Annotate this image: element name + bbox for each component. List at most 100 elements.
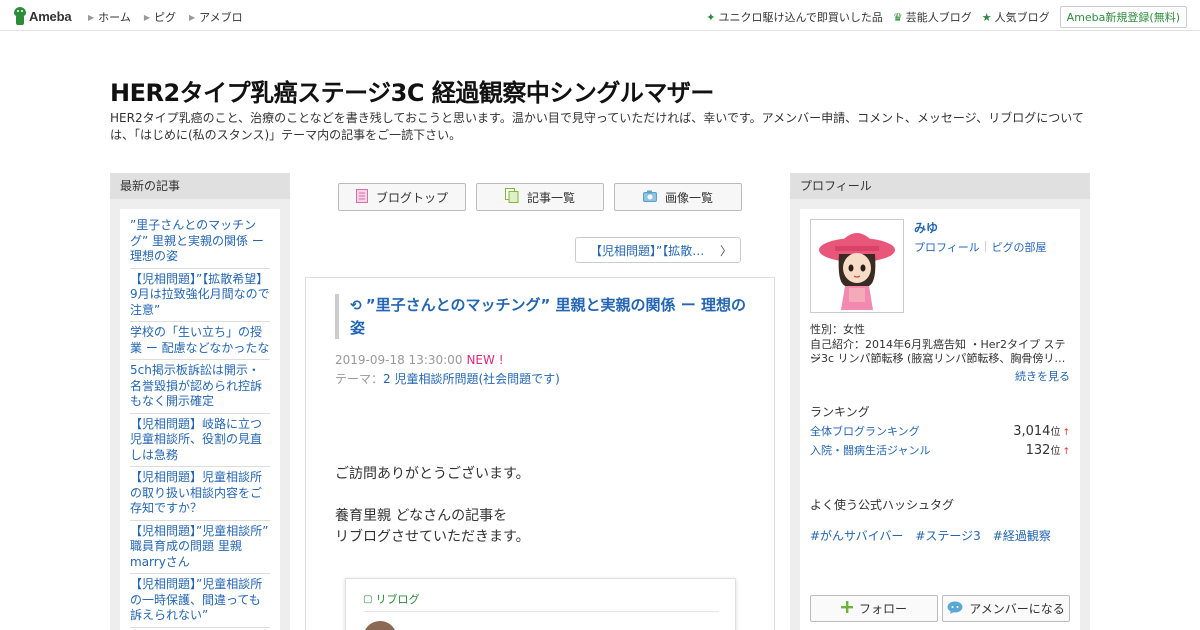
chevron-right-icon: 〉 <box>719 243 732 258</box>
reblog-card[interactable]: ▢ リブログ <box>345 578 736 630</box>
ranking-unit: 位 <box>1050 446 1061 457</box>
reblog-icon: ⟲ <box>350 298 362 314</box>
blog-top-button[interactable]: ブログトップ <box>338 183 466 211</box>
nav-pig[interactable]: ▶ ピグ <box>144 9 176 25</box>
blog-description: HER2タイプ乳癌のこと、治療のことなどを書き残しておこうと思います。温かい目で… <box>110 111 1084 142</box>
ranking-unit: 位 <box>1050 427 1061 438</box>
caret-right-icon: ▶ <box>88 12 95 22</box>
reblog-author-avatar <box>363 621 397 630</box>
blog-top-label: ブログトップ <box>375 190 448 205</box>
read-more-link[interactable]: 続きを見る <box>1015 368 1070 384</box>
article-date: 2019-09-18 13:30:00 <box>335 353 463 367</box>
recent-article-link[interactable]: 【児相問題】”児童相談所” 職員育成の問題 里親marryさん <box>130 521 270 574</box>
article-title: ”里子さんとのマッチング” 里親と実親の関係 ー 理想の姿 <box>350 296 746 337</box>
rank-up-arrow-icon: ↑ <box>1062 447 1070 457</box>
speech-bubble-icon <box>947 601 963 617</box>
link-uniqlo[interactable]: ✦ ユニクロ駆け込んで即買いした品 <box>706 9 883 25</box>
article-body-line: ご訪問ありがとうございます。 <box>335 466 530 482</box>
recent-article-link[interactable]: 【児相問題】”児童相談所の一時保護、間違っても訴えられない” <box>130 574 270 628</box>
ranking-heading: ランキング <box>810 405 870 419</box>
profile-name[interactable]: みゆ <box>914 219 938 236</box>
previous-article-link[interactable]: 【児相問題】”【拡散… 〉 <box>575 237 741 263</box>
ameba-logo[interactable]: Ameba <box>13 6 72 26</box>
recent-article-link[interactable]: 【児相問題】児童相談所の取り扱い相談内容をご存知ですか？ <box>130 467 270 521</box>
profile-link[interactable]: プロフィール <box>914 239 980 255</box>
recent-article-link[interactable]: ”里子さんとのマッチング” 里親と実親の関係 ー 理想の姿 <box>130 215 270 269</box>
hashtag-link[interactable]: #ステージ3 <box>915 527 980 544</box>
star-icon: ★ <box>981 10 992 24</box>
new-badge: NEW ! <box>466 353 504 367</box>
profile-gender: 性別：女性 <box>810 323 865 336</box>
previous-article-label: 【児相問題】”【拡散… <box>590 243 705 258</box>
link-celebrity-label: 芸能人ブログ <box>905 11 972 24</box>
article-entry: ⟲ ”里子さんとのマッチング” 里親と実親の関係 ー 理想の姿 2019-09-1… <box>305 277 775 630</box>
article-date-line: 2019-09-18 13:30:00 NEW ! <box>335 353 504 367</box>
profile-avatar[interactable] <box>810 219 904 313</box>
reblog-label-text: リブログ <box>375 593 420 606</box>
article-title-link[interactable]: ⟲ ”里子さんとのマッチング” 里親と実親の関係 ー 理想の姿 <box>350 294 750 339</box>
divider <box>363 611 719 612</box>
ranking-row: 入院・闘病生活ジャンル 132位 ↑ <box>810 442 1070 458</box>
article-body-line: リブログさせていただきます。 <box>335 529 530 545</box>
sparkle-icon: ✦ <box>706 10 716 24</box>
hashtag-link[interactable]: #がんサバイバー <box>810 527 903 544</box>
follow-button[interactable]: フォロー <box>810 595 938 622</box>
link-uniqlo-label: ユニクロ駆け込んで即買いした品 <box>718 11 883 24</box>
global-nav: ▶ ホーム ▶ ピグ ▶ アメブロ <box>88 9 256 25</box>
caret-right-icon: ▶ <box>143 12 150 22</box>
logo-text: Ameba <box>29 8 72 24</box>
ameba-logo-icon <box>13 7 27 25</box>
caret-right-icon: ▶ <box>188 12 196 22</box>
reblog-icon: ▢ <box>363 593 373 605</box>
recent-articles-list: ”里子さんとのマッチング” 里親と実親の関係 ー 理想の姿 【児相問題】”【拡散… <box>120 209 280 630</box>
recent-article-link[interactable]: 【児相問題】岐路に立つ児童相談所、役割の見直しは急務 <box>130 414 270 467</box>
nav-ameblo[interactable]: ▶ アメブロ <box>189 9 243 25</box>
ranking-row: 全体ブログランキング 3,014位 ↑ <box>810 423 1070 439</box>
hashtag-heading: よく使う公式ハッシュタグ <box>810 498 955 512</box>
avatar-illustration-icon <box>811 220 903 312</box>
profile-links: プロフィール | ピグの部屋 <box>914 239 1047 255</box>
recent-article-link[interactable]: 【児相問題】”【拡散希望】9月は拉致強化月間なので注意” <box>130 269 270 322</box>
list-icon <box>504 188 519 206</box>
left-sidebar: 最新の記事 ”里子さんとのマッチング” 里親と実親の関係 ー 理想の姿 【児相問… <box>110 173 290 630</box>
link-celebrity-blog[interactable]: ♛ 芸能人ブログ <box>893 9 972 25</box>
image-list-button[interactable]: 画像一覧 <box>614 183 742 211</box>
amember-label: アメンバーになる <box>969 602 1065 616</box>
article-list-button[interactable]: 記事一覧 <box>476 183 604 211</box>
pig-room-link[interactable]: ピグの部屋 <box>992 239 1047 255</box>
camera-icon <box>642 190 657 205</box>
nav-home[interactable]: ▶ ホーム <box>88 9 131 25</box>
ranking-name-link[interactable]: 全体ブログランキング <box>810 423 920 439</box>
ranking-name-link[interactable]: 入院・闘病生活ジャンル <box>810 442 930 458</box>
blog-title[interactable]: HER2タイプ乳癌ステージ3C 経過観察中シングルマザー <box>110 73 714 108</box>
link-separator: | <box>983 239 988 252</box>
recent-article-link[interactable]: 学校の「生い立ち」の授業 ー 配慮などなかったな <box>130 322 270 360</box>
article-title-block: ⟲ ”里子さんとのマッチング” 里親と実親の関係 ー 理想の姿 <box>335 294 750 339</box>
nav-ameblo-label: アメブロ <box>199 11 243 24</box>
header-right-links: ✦ ユニクロ駆け込んで即買いした品 ♛ 芸能人ブログ ★ 人気ブログ Ameba新規登… <box>706 6 1187 28</box>
ranking-value: 3,014 <box>1013 424 1051 439</box>
nav-pig-label: ピグ <box>153 11 176 24</box>
theme-prefix: テーマ： <box>335 372 384 386</box>
hashtag-list: #がんサバイバー #ステージ3 #経過観察 <box>810 527 1063 544</box>
ranking-value: 132 <box>1025 443 1051 458</box>
link-popular-blog[interactable]: ★ 人気ブログ <box>982 9 1050 25</box>
recent-article-link[interactable]: 5ch掲示板訴訟は開示・名誉毀損が認められ控訴もなく開示確定 <box>130 360 270 414</box>
hashtag-link[interactable]: #経過観察 <box>993 527 1051 544</box>
article-theme-link[interactable]: 2 児童相談所問題(社会問題です) <box>383 372 560 386</box>
article-theme-line: テーマ：2 児童相談所問題(社会問題です) <box>335 370 560 387</box>
profile-box: みゆ プロフィール | ピグの部屋 性別：女性 自己紹介：2014年6月乳癌告知… <box>800 209 1080 630</box>
profile-heading: プロフィール <box>790 173 1090 199</box>
article-body-line: 養育里親 どなさんの記事を <box>335 508 508 524</box>
image-list-label: 画像一覧 <box>664 190 713 205</box>
crown-icon: ♛ <box>892 10 903 24</box>
profile-intro-line: ジ3c リンパ節転移 (腋窩リンパ節転移、胸骨傍リ… <box>810 352 1066 365</box>
nav-home-label: ホーム <box>98 11 131 24</box>
article-list-label: 記事一覧 <box>526 190 575 205</box>
global-header: Ameba ▶ ホーム ▶ ピグ ▶ アメブロ ✦ ユニクロ駆け込んで即買いした品 ♛ 芸… <box>0 0 1200 31</box>
right-sidebar: プロフィール みゆ プロフィール | ピグの部屋 性別：女性 自己紹介：2014… <box>790 173 1090 630</box>
follow-label: フォロー <box>858 602 907 616</box>
rank-up-arrow-icon: ↑ <box>1062 428 1070 438</box>
amember-button[interactable]: アメンバーになる <box>942 595 1070 622</box>
register-button[interactable]: Ameba新規登録(無料) <box>1059 6 1187 28</box>
